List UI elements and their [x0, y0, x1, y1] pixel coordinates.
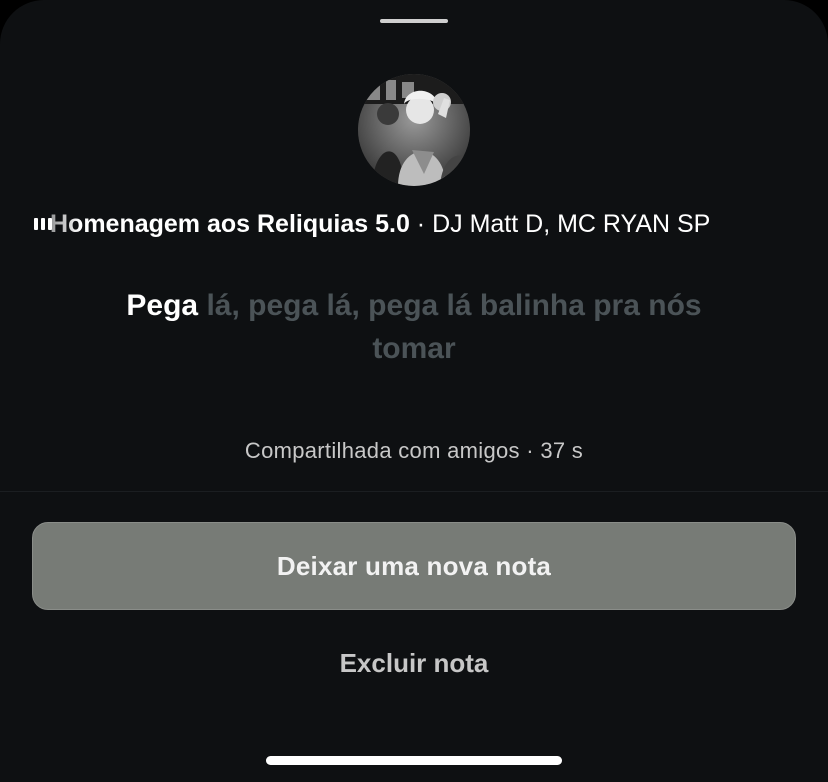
leave-new-note-button[interactable]: Deixar uma nova nota [32, 522, 796, 610]
audience-label: Compartilhada com amigos [244, 438, 520, 463]
now-playing-track[interactable]: Homenagem aos Reliquias 5.0 · DJ Matt D,… [34, 206, 790, 242]
track-info: Homenagem aos Reliquias 5.0 · DJ Matt D,… [50, 206, 710, 242]
track-artists: DJ Matt D, MC RYAN SP [432, 210, 711, 238]
lyric-active-word: Pega [126, 289, 199, 322]
avatar[interactable] [358, 74, 470, 186]
sheet-grabber-handle[interactable] [380, 19, 448, 23]
note-bottom-sheet: Homenagem aos Reliquias 5.0 · DJ Matt D,… [0, 0, 828, 782]
track-separator: · [409, 210, 433, 238]
meta-separator: · [519, 438, 541, 463]
home-indicator[interactable] [266, 756, 562, 765]
lyrics-snippet: Pega lá, pega lá, pega lá balinha pra nó… [100, 284, 728, 370]
note-audience-meta: Compartilhada com amigos · 37 s [0, 438, 828, 464]
delete-note-button[interactable]: Excluir nota [214, 640, 614, 686]
track-title: Homenagem aos Reliquias 5.0 [50, 210, 410, 238]
lyric-upcoming-text: lá, pega lá, pega lá balinha pra nós tom… [198, 289, 702, 365]
note-age: 37 s [540, 438, 584, 463]
avatar-photo [358, 74, 470, 186]
divider [0, 491, 828, 492]
